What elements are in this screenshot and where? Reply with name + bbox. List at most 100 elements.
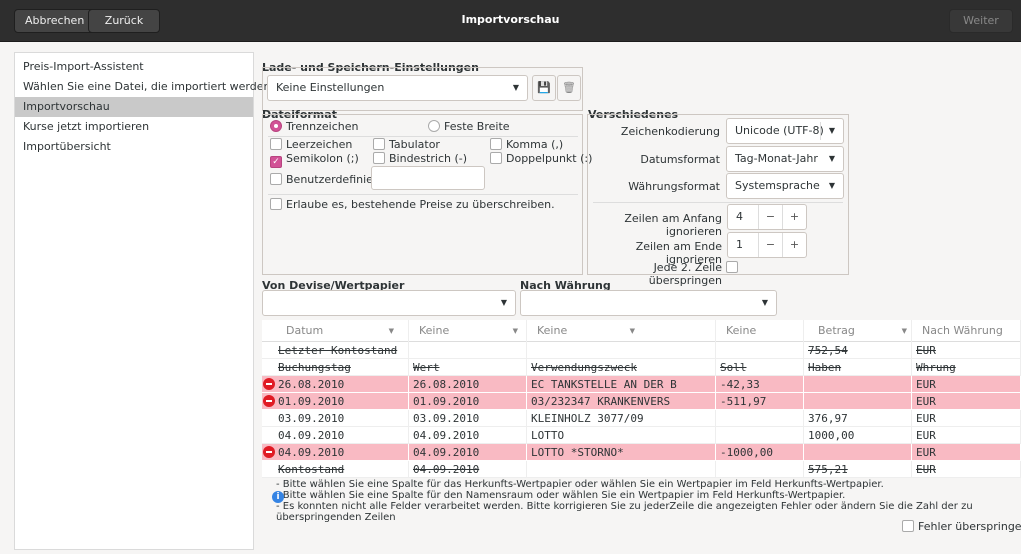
table-cell: Wert bbox=[409, 359, 527, 376]
comma-checkbox[interactable]: Komma (,) bbox=[490, 138, 563, 152]
table-cell: EUR bbox=[912, 427, 1021, 444]
chevron-down-icon: ▼ bbox=[901, 327, 907, 335]
increment-button[interactable]: + bbox=[782, 205, 806, 229]
column-header-label: Datum bbox=[286, 324, 324, 337]
separated-radio[interactable]: Trennzeichen bbox=[270, 120, 358, 134]
sidebar-item-price-import[interactable]: Preis-Import-Assistent bbox=[15, 57, 253, 77]
settings-combo[interactable]: Keine Einstellungen ▼ bbox=[267, 75, 528, 101]
skip-errors-checkbox[interactable]: Fehler überspringen bbox=[902, 520, 1021, 534]
table-row: 01.09.2010 01.09.2010 03/232347 KRANKENVER… bbox=[262, 393, 1021, 410]
column-header-keine-3[interactable]: Keine bbox=[716, 320, 804, 342]
from-commodity-combo[interactable]: ▼ bbox=[262, 290, 516, 316]
table-cell bbox=[804, 444, 912, 461]
dateformat-combo[interactable]: Tag-Monat-Jahr ▼ bbox=[726, 146, 844, 172]
table-cell: 752,54 bbox=[804, 342, 912, 359]
encoding-value: Unicode (UTF-8) bbox=[735, 124, 824, 137]
table-cell bbox=[804, 376, 912, 393]
info-icon: i bbox=[272, 491, 284, 503]
table-row: 04.09.2010 04.09.2010 LOTTO *STORNO* -1000,… bbox=[262, 444, 1021, 461]
column-header-datum[interactable]: Datum ▼ bbox=[262, 320, 409, 342]
column-header-keine-1[interactable]: Keine ▼ bbox=[409, 320, 527, 342]
custom-label: Benutzerdefiniert bbox=[286, 173, 382, 186]
table-cell: EUR bbox=[912, 444, 1021, 461]
radio-selected-icon bbox=[270, 120, 282, 132]
chevron-down-icon: ▼ bbox=[828, 154, 835, 163]
table-cell: 04.09.2010 bbox=[262, 444, 409, 461]
hyphen-checkbox[interactable]: Bindestrich (-) bbox=[373, 152, 467, 166]
hyphen-label: Bindestrich (-) bbox=[389, 152, 468, 165]
table-cell: 01.09.2010 bbox=[409, 393, 527, 410]
table-cell bbox=[716, 461, 804, 478]
column-header-nach-waehrung[interactable]: Nach Währung bbox=[912, 320, 1021, 342]
decrement-button[interactable]: − bbox=[758, 233, 782, 257]
table-row: Letzter Kontostand 752,54 EUR bbox=[262, 342, 1021, 359]
table-row: 26.08.2010 26.08.2010 EC TANKSTELLE AN DER… bbox=[262, 376, 1021, 393]
divider bbox=[268, 194, 578, 195]
next-button[interactable]: Weiter bbox=[949, 9, 1013, 33]
space-checkbox[interactable]: Leerzeichen bbox=[270, 138, 352, 152]
increment-button[interactable]: + bbox=[782, 233, 806, 257]
table-cell: LOTTO *STORNO* bbox=[527, 444, 716, 461]
skip-end-spinner[interactable]: 1 − + bbox=[727, 232, 807, 258]
dateformat-label: Datumsformat bbox=[640, 153, 720, 166]
semicolon-checkbox[interactable]: ✓ Semikolon (;) bbox=[270, 152, 359, 168]
table-cell bbox=[716, 410, 804, 427]
to-currency-combo[interactable]: ▼ bbox=[520, 290, 777, 316]
sidebar-item-choose-file[interactable]: Wählen Sie eine Datei, die importiert we… bbox=[15, 77, 293, 97]
decrement-button[interactable]: − bbox=[758, 205, 782, 229]
checkbox-icon bbox=[490, 152, 502, 164]
table-cell: Buchungstag bbox=[262, 359, 409, 376]
checkbox-icon bbox=[270, 138, 282, 150]
column-header-betrag[interactable]: Betrag ▼ bbox=[804, 320, 912, 342]
table-cell: EUR bbox=[912, 410, 1021, 427]
table-cell: -42,33 bbox=[716, 376, 804, 393]
separated-label: Trennzeichen bbox=[286, 120, 359, 133]
sidebar-item-import-preview[interactable]: Importvorschau bbox=[15, 97, 253, 117]
tab-checkbox[interactable]: Tabulator bbox=[373, 138, 440, 152]
save-settings-button[interactable]: 💾 bbox=[532, 75, 556, 101]
chevron-down-icon: ▼ bbox=[761, 298, 768, 307]
column-header-keine-2[interactable]: Keine ▼ bbox=[527, 320, 716, 342]
skip-start-spinner[interactable]: 4 − + bbox=[727, 204, 807, 230]
chevron-down-icon: ▼ bbox=[828, 126, 835, 135]
table-cell: EC TANKSTELLE AN DER B bbox=[527, 376, 716, 393]
chevron-down-icon: ▼ bbox=[629, 327, 635, 335]
fixed-width-radio[interactable]: Feste Breite bbox=[428, 120, 510, 134]
sidebar-item-import-summary[interactable]: Importübersicht bbox=[15, 137, 253, 157]
space-label: Leerzeichen bbox=[286, 138, 353, 151]
chevron-down-icon: ▼ bbox=[512, 83, 519, 92]
window-title: Importvorschau bbox=[461, 13, 560, 26]
checkbox-icon bbox=[726, 261, 738, 273]
divider bbox=[268, 136, 578, 137]
skip-alt-checkbox[interactable] bbox=[726, 261, 742, 275]
checkbox-icon bbox=[270, 173, 282, 185]
checkbox-icon bbox=[270, 198, 282, 210]
custom-separator-input[interactable] bbox=[371, 166, 485, 190]
settings-combo-value: Keine Einstellungen bbox=[276, 81, 385, 94]
currencyformat-combo[interactable]: Systemsprache ▼ bbox=[726, 173, 844, 199]
tab-label: Tabulator bbox=[389, 138, 440, 151]
table-row: 04.09.2010 04.09.2010 LOTTO 1000,00 EUR bbox=[262, 427, 1021, 444]
table-cell: 03.09.2010 bbox=[262, 410, 409, 427]
delete-settings-button[interactable]: 🗑 bbox=[557, 75, 581, 101]
table-cell: EUR bbox=[912, 342, 1021, 359]
colon-checkbox[interactable]: Doppelpunkt (:) bbox=[490, 152, 592, 166]
column-header-label: Keine bbox=[419, 324, 450, 337]
encoding-combo[interactable]: Unicode (UTF-8) ▼ bbox=[726, 118, 844, 144]
semicolon-label: Semikolon (;) bbox=[286, 152, 359, 165]
title-bar: Abbrechen Zurück Importvorschau Weiter bbox=[0, 0, 1021, 42]
custom-checkbox[interactable]: Benutzerdefiniert bbox=[270, 173, 382, 187]
table-cell: EUR bbox=[912, 376, 1021, 393]
dateformat-value: Tag-Monat-Jahr bbox=[735, 152, 818, 165]
table-row: Buchungstag Wert Verwendungszweck Soll Haben… bbox=[262, 359, 1021, 376]
table-cell: 26.08.2010 bbox=[262, 376, 409, 393]
chevron-down-icon: ▼ bbox=[500, 298, 507, 307]
trash-icon: 🗑 bbox=[562, 81, 576, 94]
table-cell: Verwendungszweck bbox=[527, 359, 716, 376]
overwrite-checkbox[interactable]: Erlaube es, bestehende Preise zu übersch… bbox=[270, 198, 555, 212]
column-header-label: Nach Währung bbox=[922, 324, 1003, 337]
sidebar-item-import-now[interactable]: Kurse jetzt importieren bbox=[15, 117, 253, 137]
table-cell: 26.08.2010 bbox=[409, 376, 527, 393]
encoding-label: Zeichenkodierung bbox=[620, 125, 720, 138]
colon-label: Doppelpunkt (:) bbox=[506, 152, 593, 165]
